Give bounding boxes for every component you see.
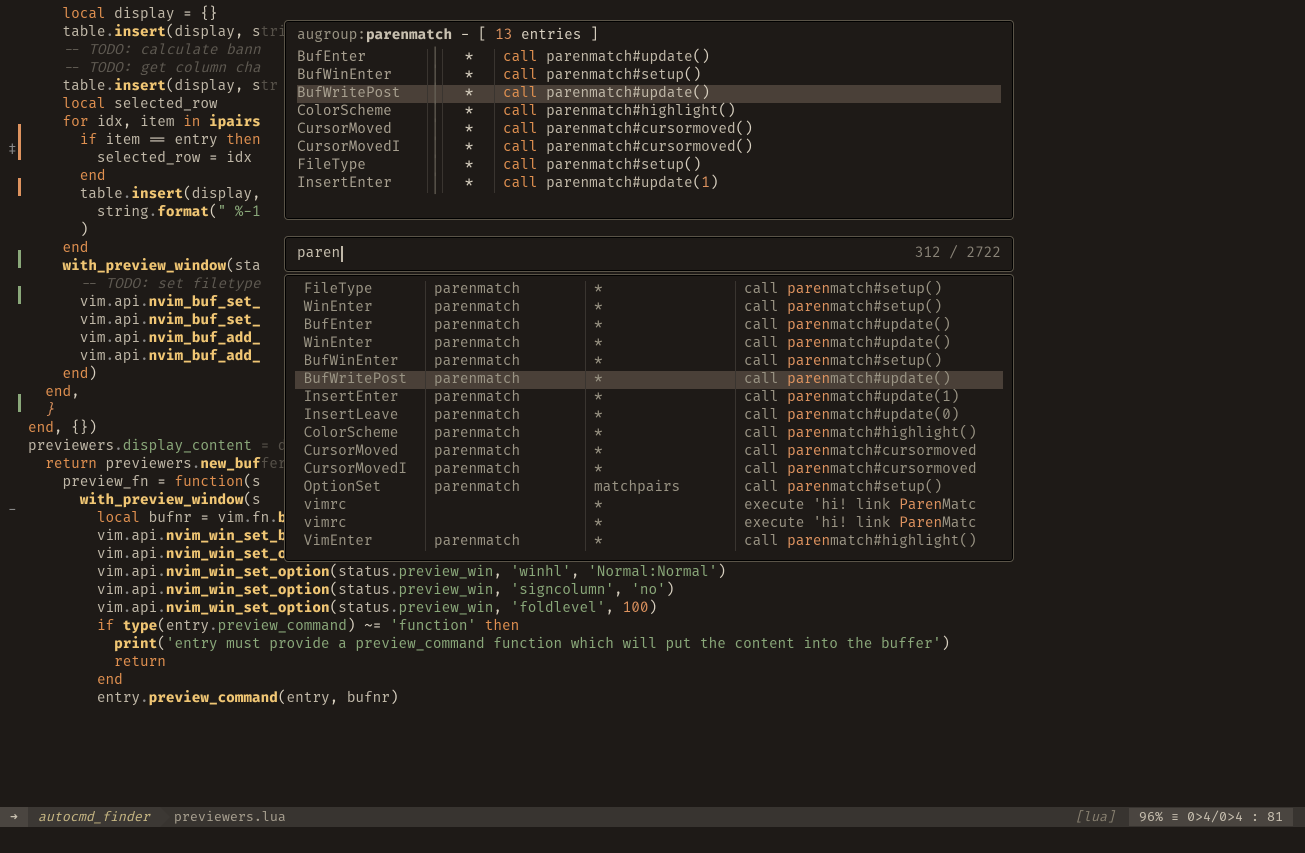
preview-row: ColorScheme │ * call parenmatch#highligh… (297, 103, 1001, 121)
result-row[interactable]: vimrc * execute 'hi! link ParenMatc (295, 515, 1003, 533)
preview-row: CursorMovedI │ * call parenmatch#cursorm… (297, 139, 1001, 157)
result-row[interactable]: VimEnter parenmatch * call parenmatch#hi… (295, 533, 1003, 551)
telescope-prompt[interactable]: paren 312 / 2722 (284, 236, 1014, 272)
text-cursor-icon (341, 246, 343, 262)
result-row[interactable]: CursorMovedI parenmatch * call parenmatc… (295, 461, 1003, 479)
result-row[interactable]: InsertEnter parenmatch * call parenmatch… (295, 389, 1003, 407)
result-row[interactable]: FileType parenmatch * call parenmatch#se… (295, 281, 1003, 299)
result-row[interactable]: OptionSet parenmatch matchpairs call par… (295, 479, 1003, 497)
git-branch: autocmd_finder (28, 807, 160, 827)
prompt-query: paren (297, 245, 340, 263)
preview-row: BufWinEnter │ * call parenmatch#setup() (297, 67, 1001, 85)
result-row[interactable]: CursorMoved parenmatch * call parenmatch… (295, 443, 1003, 461)
statusline: ➜ autocmd_finder previewers.lua [lua] 96… (0, 807, 1305, 827)
telescope-results[interactable]: FileType parenmatch * call parenmatch#se… (284, 274, 1014, 562)
telescope-preview: augroup:parenmatch - [ 13 entries ] BufE… (284, 20, 1014, 220)
result-row[interactable]: vimrc * execute 'hi! link ParenMatc (295, 497, 1003, 515)
result-row[interactable]: ColorScheme parenmatch * call parenmatch… (295, 425, 1003, 443)
preview-header: augroup:parenmatch - [ 13 entries ] (297, 27, 1001, 45)
cursor-position: 96% ≡ 0>4/0>4 : 81 (1129, 808, 1293, 826)
preview-row: CursorMoved │ * call parenmatch#cursormo… (297, 121, 1001, 139)
filetype: [lua] (1075, 808, 1115, 826)
result-row[interactable]: BufWinEnter parenmatch * call parenmatch… (295, 353, 1003, 371)
preview-row: BufWritePost │ * call parenmatch#update(… (297, 85, 1001, 103)
result-row[interactable]: BufWritePost parenmatch * call parenmatc… (295, 371, 1003, 389)
mode-indicator: ➜ (0, 807, 28, 827)
result-row[interactable]: InsertLeave parenmatch * call parenmatch… (295, 407, 1003, 425)
result-row[interactable]: WinEnter parenmatch * call parenmatch#up… (295, 335, 1003, 353)
filename: previewers.lua (160, 807, 296, 827)
preview-row: BufEnter │ * call parenmatch#update() (297, 49, 1001, 67)
prompt-count: 312 / 2722 (915, 245, 1001, 263)
preview-row: FileType │ * call parenmatch#setup() (297, 157, 1001, 175)
result-row[interactable]: WinEnter parenmatch * call parenmatch#se… (295, 299, 1003, 317)
result-row[interactable]: BufEnter parenmatch * call parenmatch#up… (295, 317, 1003, 335)
preview-row: InsertEnter │ * call parenmatch#update(1… (297, 175, 1001, 193)
